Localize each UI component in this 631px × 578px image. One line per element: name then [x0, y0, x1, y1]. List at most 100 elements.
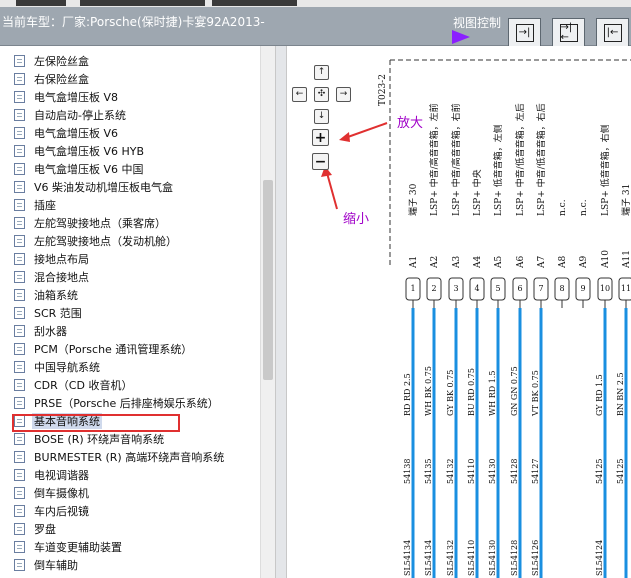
view-control-label: 视图控制: [453, 16, 502, 30]
tree-item[interactable]: 倒车辅助: [14, 556, 80, 574]
tree-item[interactable]: 倒车摄像机: [14, 484, 91, 502]
zoom-out-annotation: 缩小: [343, 212, 370, 227]
document-icon: [14, 163, 25, 175]
pin-number: 2: [431, 284, 436, 293]
pan-right-button[interactable]: →: [336, 87, 351, 102]
zoom-out-button[interactable]: −: [312, 153, 329, 170]
document-icon: [14, 523, 25, 535]
tree-item[interactable]: BURMESTER (R) 高端环绕声音响系统: [14, 448, 226, 466]
pin-desc: 端子 31: [620, 184, 631, 216]
wire-spec: GY BK 0.75: [446, 370, 455, 416]
tree-item-label: 罗盘: [34, 523, 56, 536]
header-bar: 当前车型：厂家:Porsche(保时捷)卡宴92A2013- 视图控制 →| →…: [0, 7, 631, 48]
arrow-right-icon: →: [339, 89, 348, 99]
tree-item-label: 左舵驾驶接地点（发动机舱）: [34, 235, 177, 248]
pin-desc: 端子 30: [407, 183, 419, 216]
tree-item[interactable]: 左保险丝盒: [14, 52, 91, 70]
pan-left-button[interactable]: ←: [292, 87, 307, 102]
pin-number: 10: [600, 284, 610, 293]
tree-item[interactable]: PCM（Porsche 通讯管理系统）: [14, 340, 194, 358]
top-tab: [16, 0, 66, 6]
document-icon: [14, 55, 25, 67]
pin-desc: LSP+ 中音/低音音箱，右后: [535, 103, 547, 216]
pin-id: A11: [622, 250, 631, 269]
tree-item[interactable]: 罗盘: [14, 520, 58, 538]
tree-item[interactable]: 接地点布局: [14, 250, 91, 268]
pan-center-button[interactable]: ✣: [314, 87, 329, 102]
pin-number: 3: [453, 284, 458, 293]
scrollbar-thumb[interactable]: [263, 180, 273, 380]
wiring-diagram-pane: T023-2 端子 30 A1 1 RD RD 2.5 54138 SL54134 LSP+ …: [287, 46, 631, 578]
document-icon: [14, 433, 25, 445]
pin-number: 4: [474, 284, 479, 293]
wire-spec: WH RD 1.5: [488, 371, 497, 416]
tree-item[interactable]: 刮水器: [14, 322, 69, 340]
document-icon: [14, 181, 25, 193]
zoom-in-arrow-icon: [339, 132, 350, 142]
tree-item-label: 右保险丝盒: [34, 73, 89, 86]
tree-item[interactable]: PRSE（Porsche 后排座椅娱乐系统）: [14, 394, 221, 412]
tree-item[interactable]: V6 柴油发动机增压板电气盒: [14, 178, 175, 196]
tree-item[interactable]: 电视调谐器: [14, 466, 91, 484]
tree-item-label: 插座: [34, 199, 56, 212]
tree-item[interactable]: 电气盒增压板 V6: [14, 124, 120, 142]
tree-item[interactable]: 左舵驾驶接地点（发动机舱）: [14, 232, 179, 250]
wire-circuit: 54125: [616, 459, 625, 484]
tree-item[interactable]: 插座: [14, 196, 58, 214]
zoom-in-button[interactable]: +: [312, 129, 329, 146]
tree-scrollbar[interactable]: [260, 46, 275, 578]
pin-id: A4: [473, 256, 483, 269]
tree-item[interactable]: 车道变更辅助装置: [14, 538, 124, 556]
wire-splice: SL54128: [510, 540, 519, 576]
pin-number: 6: [517, 284, 522, 293]
pin-id: A2: [430, 256, 440, 269]
wiring-diagram-canvas: T023-2端子 30A11RD RD 2.554138SL54134LSP+ …: [321, 59, 631, 578]
document-icon: [14, 145, 25, 157]
document-icon: [14, 487, 25, 499]
tree-item[interactable]: 车内后视镜: [14, 502, 91, 520]
tree-item-label: 混合接地点: [34, 271, 89, 284]
arrow-left-icon: ←: [295, 89, 304, 99]
tree-item[interactable]: 电气盒增压板 V6 HYB: [14, 142, 146, 160]
fit-left-icon: |←: [603, 24, 622, 42]
tree-item[interactable]: 电气盒增压板 V8: [14, 88, 120, 106]
pin-id: A9: [579, 256, 589, 269]
pane-splitter[interactable]: [275, 46, 287, 578]
pan-down-button[interactable]: ↓: [314, 109, 329, 124]
tree-item[interactable]: 电气盒增压板 V6 中国: [14, 160, 146, 178]
tree-item[interactable]: BOSE (R) 环绕声音响系统: [14, 430, 166, 448]
view-control-arrow-icon: [452, 30, 470, 44]
pin-desc: LSP+ 中央: [471, 169, 483, 216]
wire-spec: BU RD 0.75: [467, 368, 476, 416]
top-tab: [212, 0, 297, 6]
pan-up-button[interactable]: ↑: [314, 65, 329, 80]
pin-desc: LSP+ 中音/高音音箱，右前: [450, 103, 462, 216]
wire-circuit: 54128: [510, 459, 519, 484]
tree-item[interactable]: CDR（CD 收音机）: [14, 376, 134, 394]
wire-spec: GN GN 0.75: [510, 366, 519, 416]
tree-item[interactable]: 油箱系统: [14, 286, 80, 304]
tree-item[interactable]: 混合接地点: [14, 268, 91, 286]
view-fit-center-button[interactable]: →|←: [552, 18, 585, 48]
fit-right-icon: →|: [515, 24, 534, 42]
tree-item[interactable]: 左舵驾驶接地点（乘客席）: [14, 214, 168, 232]
tree-item-label: 左保险丝盒: [34, 55, 89, 68]
tree-item[interactable]: SCR 范围: [14, 304, 84, 322]
document-icon: [14, 325, 25, 337]
view-fit-left-button[interactable]: |←: [596, 18, 629, 48]
tree-item[interactable]: 中国导航系统: [14, 358, 102, 376]
plus-icon: +: [314, 129, 327, 146]
pin-id: A8: [558, 256, 568, 269]
wire-spec: RD RD 2.5: [403, 373, 412, 416]
tree-item-label: 接地点布局: [34, 253, 89, 266]
tree-item-label: PCM（Porsche 通讯管理系统）: [34, 343, 193, 356]
view-fit-right-button[interactable]: →|: [508, 18, 541, 48]
tree-item[interactable]: 右保险丝盒: [14, 70, 91, 88]
tree-item[interactable]: 自动启动-停止系统: [14, 106, 128, 124]
wire-circuit: 54135: [424, 459, 433, 484]
document-icon: [14, 235, 25, 247]
current-model-title: 当前车型：厂家:Porsche(保时捷)卡宴92A2013-: [2, 15, 265, 29]
pin-id: A6: [516, 256, 526, 269]
document-icon: [14, 307, 25, 319]
pin-number: 11: [621, 284, 631, 293]
